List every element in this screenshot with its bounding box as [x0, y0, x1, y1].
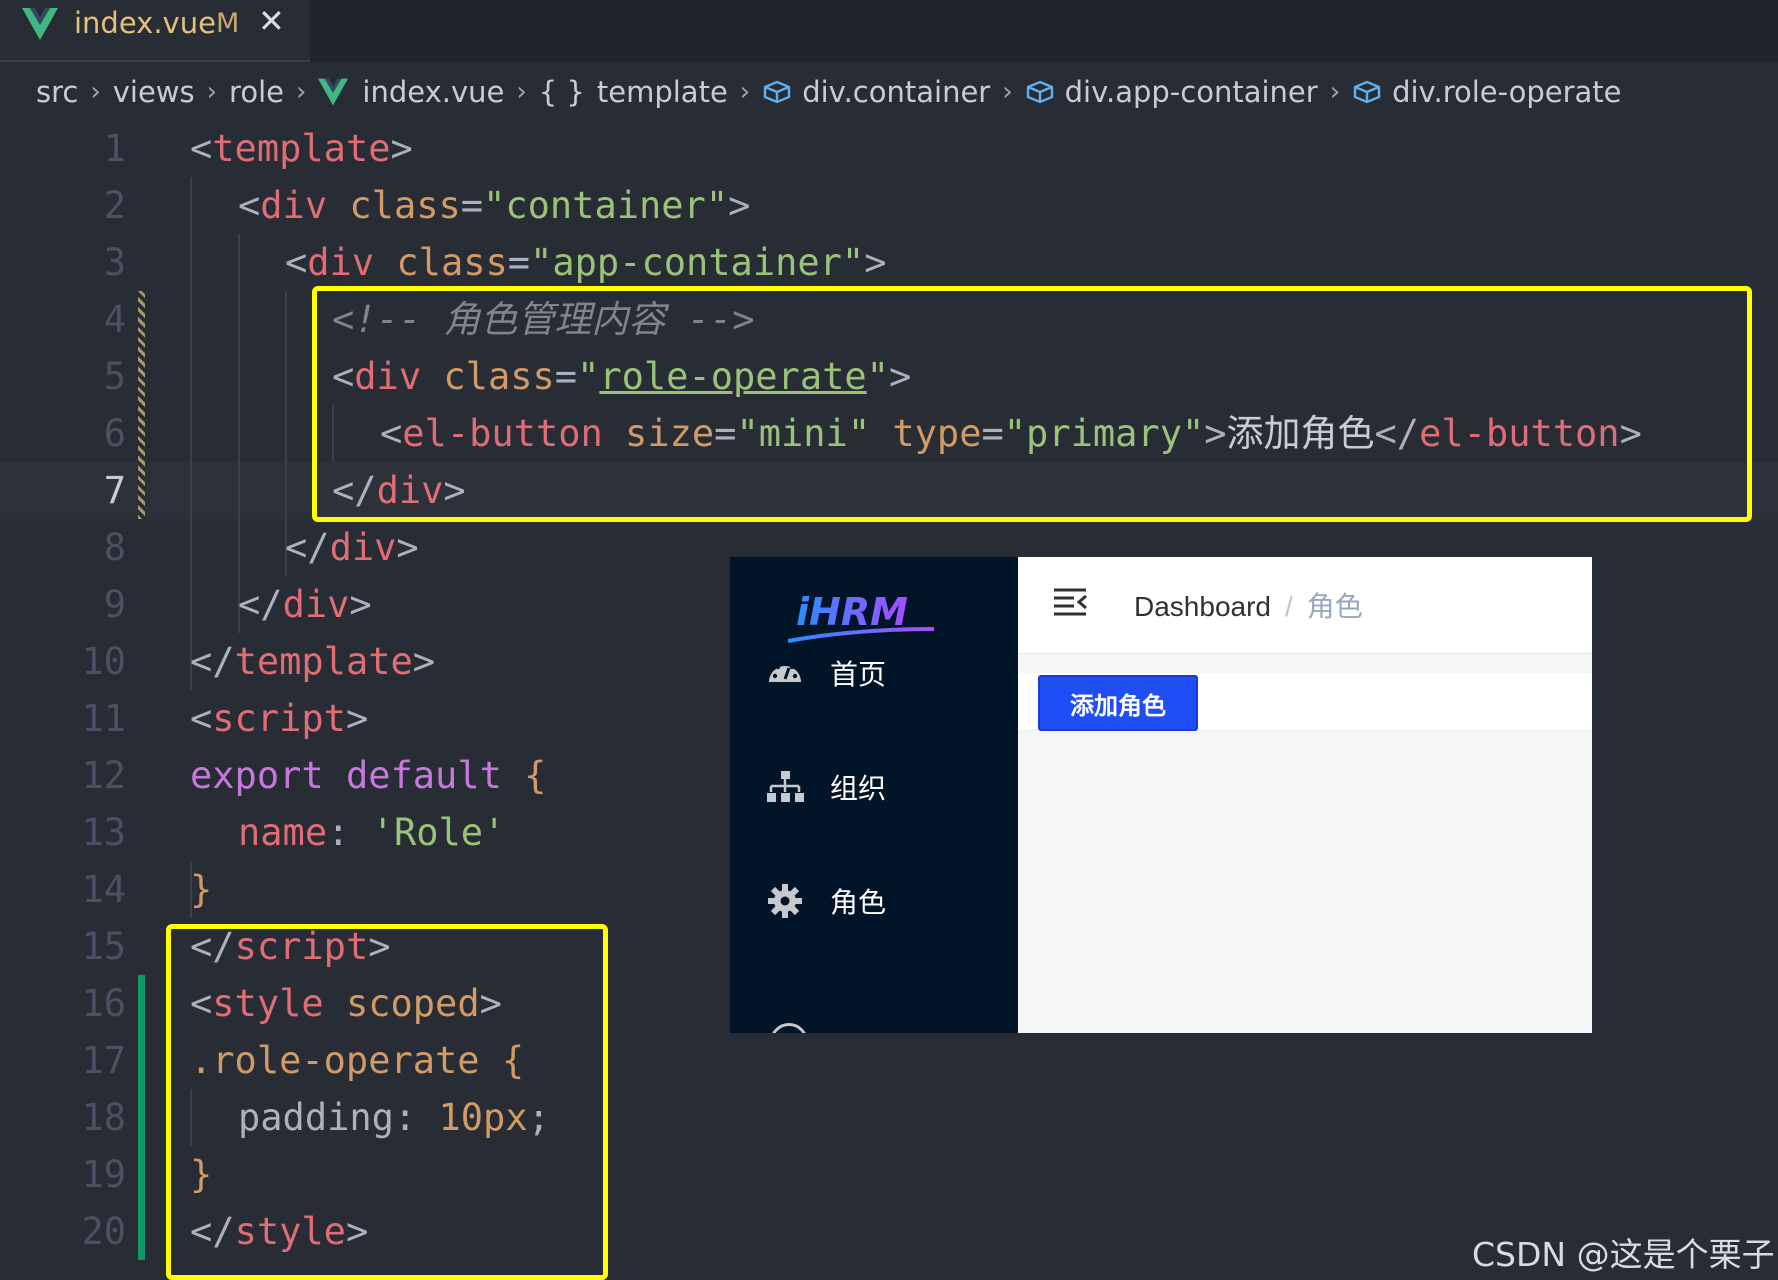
cube-icon	[764, 80, 791, 104]
code-text: .role-operate {	[190, 1039, 525, 1082]
chevron-right-icon: ›	[1002, 77, 1013, 107]
code-text: </script>	[190, 925, 391, 968]
top-navbar: Dashboard / 角色	[1018, 557, 1592, 654]
code-line: 4	[0, 291, 1778, 348]
line-number: 19	[81, 1153, 126, 1196]
braces-icon: { }	[538, 75, 585, 109]
menu-item-label: 角色	[830, 887, 887, 918]
line-number: 10	[81, 640, 126, 683]
tab-filename: index.vue	[74, 6, 216, 40]
code-text: </div>	[238, 583, 372, 626]
menu-item-role[interactable]: 角色	[766, 871, 1006, 931]
line-number: 18	[81, 1096, 126, 1139]
svg-text:iHRM: iHRM	[796, 590, 908, 634]
line-number: 17	[81, 1039, 126, 1082]
chevron-right-icon: ›	[206, 77, 218, 107]
code-text: <script>	[190, 697, 369, 740]
tab-modified-badge: M	[216, 8, 240, 39]
chevron-right-icon: ›	[516, 77, 527, 107]
breadcrumb-div-container[interactable]: div.container	[802, 75, 990, 109]
cube-icon	[1353, 80, 1381, 104]
vue-icon	[22, 8, 58, 40]
sidebar: iHRM 首页 组织 角色	[730, 557, 1018, 1033]
line-number: 1	[103, 127, 126, 170]
code-text: <template>	[190, 127, 413, 170]
line-number: 4	[103, 298, 126, 341]
menu-item-partial[interactable]	[770, 1023, 808, 1033]
code-text: </template>	[190, 640, 436, 683]
code-text: name: 'Role'	[238, 811, 506, 854]
line-number: 8	[103, 526, 126, 569]
breadcrumb-template[interactable]: template	[597, 75, 728, 109]
chevron-right-icon: ›	[295, 77, 307, 107]
dashboard-icon	[769, 660, 801, 682]
code-line: 7	[0, 462, 1778, 519]
tab-bar: index.vue M ✕	[0, 0, 1778, 62]
code-text: export default {	[190, 754, 547, 797]
code-line: 3	[0, 234, 1778, 291]
code-text: <div class="container">	[238, 184, 751, 227]
code-text: <div class="app-container">	[285, 241, 887, 284]
breadcrumb-views[interactable]: views	[113, 75, 195, 109]
breadcrumb-src[interactable]: src	[36, 75, 78, 109]
menu-item-label: 组织	[830, 773, 887, 804]
code-text: }	[190, 1153, 213, 1196]
chevron-right-icon: ›	[739, 77, 751, 107]
line-number: 14	[81, 868, 126, 911]
line-number: 12	[81, 754, 126, 797]
vue-icon	[318, 78, 349, 106]
line-number: 6	[103, 412, 126, 455]
gear-icon	[768, 884, 802, 918]
chevron-right-icon: ›	[1329, 77, 1341, 107]
line-number: 16	[81, 982, 126, 1025]
breadcrumb-file[interactable]: index.vue	[362, 75, 504, 109]
code-text: </div>	[332, 469, 466, 512]
line-number: 3	[103, 241, 126, 284]
app-preview: iHRM 首页 组织 角色 Dashboard / 角色 添加角色	[730, 557, 1592, 1033]
line-number: 11	[81, 697, 126, 740]
line-number: 20	[81, 1210, 126, 1253]
code-text: </div>	[285, 526, 419, 569]
code-line: 19	[0, 1146, 1778, 1203]
line-number: 9	[103, 583, 126, 626]
chevron-right-icon: ›	[90, 77, 101, 107]
code-text: </style>	[190, 1210, 369, 1253]
menu-item-label: 首页	[830, 659, 887, 690]
line-number: 5	[103, 355, 126, 398]
menu-item-home[interactable]: 首页	[766, 643, 1006, 703]
ihrm-logo: iHRM	[787, 590, 934, 643]
line-number: 2	[103, 184, 126, 227]
breadcrumb-div-app-container[interactable]: div.app-container	[1065, 75, 1318, 109]
add-role-button[interactable]: 添加角色	[1038, 675, 1198, 731]
line-number: 13	[81, 811, 126, 854]
cube-icon	[1026, 80, 1053, 104]
tab-index-vue[interactable]: index.vue M ✕	[0, 0, 310, 62]
code-text: <div class="role-operate">	[332, 355, 912, 398]
close-icon[interactable]: ✕	[258, 2, 285, 40]
breadcrumb-role[interactable]: role	[229, 75, 284, 109]
breadcrumb-current: 角色	[1306, 591, 1363, 622]
breadcrumb-separator: /	[1284, 591, 1293, 622]
breadcrumb-dashboard[interactable]: Dashboard	[1134, 591, 1271, 622]
code-text: <style scoped>	[190, 982, 502, 1025]
code-text: <el-button size="mini" type="primary">添加…	[380, 412, 1642, 455]
code-comment: <!-- 角色管理内容 -->	[332, 298, 755, 341]
menu-item-organization[interactable]: 组织	[766, 757, 1006, 817]
breadcrumb-div-role-operate[interactable]: div.role-operate	[1392, 75, 1621, 109]
app-breadcrumb: Dashboard / 角色	[1134, 585, 1363, 625]
org-tree-icon	[767, 771, 804, 802]
code-text: padding: 10px;	[238, 1096, 550, 1139]
breadcrumb: src › views › role › index.vue › { } tem…	[36, 70, 1622, 114]
hamburger-icon[interactable]	[1052, 587, 1088, 617]
watermark: CSDN @这是个栗子	[1472, 1235, 1775, 1274]
line-number: 15	[81, 925, 126, 968]
line-number-active: 7	[103, 469, 126, 512]
code-text: }	[190, 868, 213, 911]
